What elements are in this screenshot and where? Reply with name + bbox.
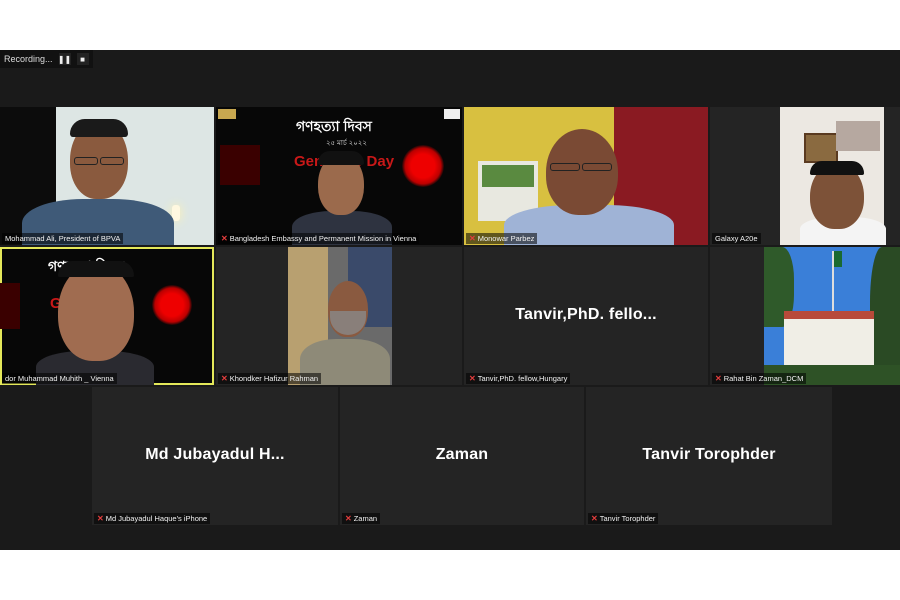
stop-recording-button[interactable]: ■	[76, 53, 89, 65]
video-tile-galaxy-a20e[interactable]: Galaxy A20e	[710, 107, 900, 245]
participant-name-tag: dor Muhammad Muhith _ Vienna	[2, 373, 117, 384]
recording-indicator: Recording... ❚❚ ■	[0, 50, 93, 68]
video-tile-zaman[interactable]: Zaman ✕ Zaman	[340, 387, 584, 525]
muted-mic-icon: ✕	[97, 514, 104, 523]
muted-mic-icon: ✕	[469, 374, 476, 383]
muted-mic-icon: ✕	[221, 374, 228, 383]
video-tile-tanvir-torophder[interactable]: Tanvir Torophder ✕ Tanvir Torophder	[586, 387, 832, 525]
blood-splat-graphic	[152, 285, 192, 325]
participant-name-tag: ✕ Md Jubayadul Haque's iPhone	[94, 513, 211, 524]
muted-mic-icon: ✕	[345, 514, 352, 523]
meeting-window: Recording... ❚❚ ■ Mohammad Ali, Presiden…	[0, 50, 900, 550]
muted-mic-icon: ✕	[469, 234, 476, 243]
banner-date: ২৫ মার্চ ২০২২	[326, 140, 367, 147]
video-tile-khondker-hafizur-rahman[interactable]: ✕ Khondker Hafizur Rahman	[216, 247, 462, 385]
participant-name-tag: ✕ Rahat Bin Zaman_DCM	[712, 373, 807, 384]
participant-display-name: Tanvir Torophder	[642, 446, 776, 464]
blood-splat-graphic	[402, 145, 444, 187]
participant-name-tag: ✕ Khondker Hafizur Rahman	[218, 373, 322, 384]
participant-name-tag: ✕ Monowar Parbez	[466, 233, 538, 244]
banner-title: গণহত্যা দিবস	[296, 118, 372, 134]
participant-name-tag: ✕ Zaman	[342, 513, 381, 524]
muted-mic-icon: ✕	[591, 514, 598, 523]
participant-name-tag: ✕ Bangladesh Embassy and Permanent Missi…	[218, 233, 420, 244]
video-tile-embassy[interactable]: গণহত্যা দিবস ২৫ মার্চ ২০২২ Genocide Day …	[216, 107, 462, 245]
participant-display-name: Tanvir,PhD. fello...	[515, 306, 657, 324]
stop-icon: ■	[80, 54, 85, 64]
video-tile-tanvir-phd[interactable]: Tanvir,PhD. fello... ✕ Tanvir,PhD. fello…	[464, 247, 708, 385]
participant-name-tag: ✕ Tanvir,PhD. fellow,Hungary	[466, 373, 571, 384]
video-tile-md-jubayadul[interactable]: Md Jubayadul H... ✕ Md Jubayadul Haque's…	[92, 387, 338, 525]
muted-mic-icon: ✕	[221, 234, 228, 243]
participant-name-tag: Mohammad Ali, President of BPVA	[2, 233, 124, 244]
participant-name-tag: Galaxy A20e	[712, 233, 761, 244]
video-tile-active-speaker[interactable]: গণহত্যা দিবস Ge dor Muhammad Muhith _ Vi…	[0, 247, 214, 385]
video-tile-monowar-parbez[interactable]: ✕ Monowar Parbez	[464, 107, 708, 245]
video-tile-mohammad-ali[interactable]: Mohammad Ali, President of BPVA	[0, 107, 214, 245]
recording-label: Recording...	[4, 54, 53, 64]
participant-name-tag: ✕ Tanvir Torophder	[588, 513, 659, 524]
participant-display-name: Zaman	[435, 446, 489, 464]
participant-display-name: Md Jubayadul H...	[145, 446, 285, 464]
pause-icon: ❚❚	[57, 54, 72, 64]
muted-mic-icon: ✕	[715, 374, 722, 383]
video-tile-rahat-bin-zaman[interactable]: ✕ Rahat Bin Zaman_DCM	[710, 247, 900, 385]
pause-recording-button[interactable]: ❚❚	[57, 53, 72, 65]
